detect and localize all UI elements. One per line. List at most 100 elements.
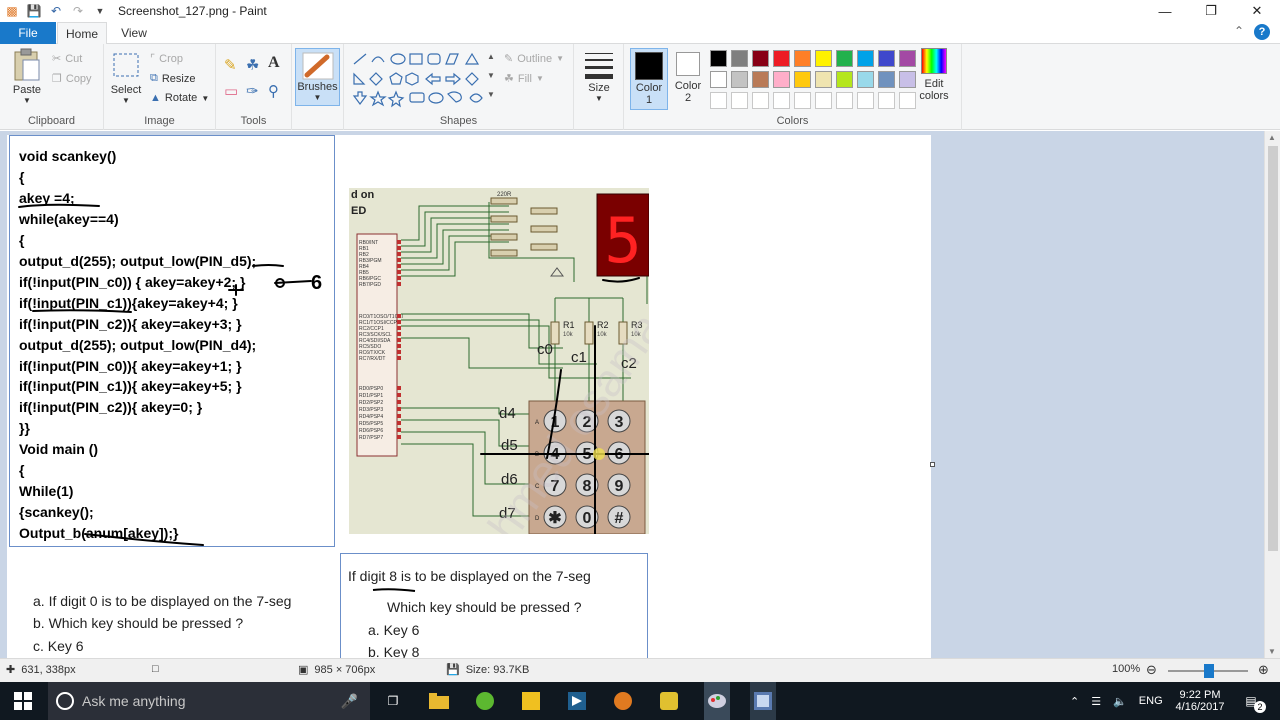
scrollbar-thumb[interactable] [1268,146,1278,551]
close-button[interactable]: ✕ [1234,0,1280,22]
magnifier-icon[interactable]: ⚲ [268,82,279,100]
select-dropdown-icon[interactable]: ▼ [122,96,130,105]
palette-swatch[interactable] [710,71,727,88]
palette-swatch[interactable] [857,50,874,67]
vertical-scrollbar[interactable]: ▲ ▼ [1264,131,1280,658]
crop-button[interactable]: ⌜ Crop [150,52,183,66]
paste-button[interactable]: Paste ▼ [8,48,46,105]
undo-icon[interactable]: ↶ [48,3,64,19]
palette-swatch[interactable] [794,71,811,88]
pencil-icon[interactable]: ✎ [224,56,237,74]
paste-dropdown-icon[interactable]: ▼ [23,96,31,105]
scroll-up-icon[interactable]: ▲ [1268,133,1276,142]
scroll-down-icon[interactable]: ▼ [1268,647,1276,656]
palette-swatch[interactable] [731,71,748,88]
outline-button[interactable]: ✎ Outline ▼ [504,52,564,66]
palette-swatch[interactable] [878,50,895,67]
file-explorer-icon[interactable] [428,691,450,711]
palette-swatch[interactable] [836,71,853,88]
rotate-button[interactable]: ▲ Rotate ▼ [150,92,209,104]
cortana-search-box[interactable]: Ask me anything 🎤 [48,682,370,720]
resize-icon: ⧉ [150,72,158,84]
palette-swatch[interactable] [794,50,811,67]
brushes-button[interactable]: Brushes ▼ [295,48,340,106]
palette-swatch[interactable] [815,50,832,67]
microphone-icon[interactable]: 🎤 [341,693,358,710]
custom-color-slot[interactable] [731,92,748,109]
maximize-button[interactable]: ❐ [1188,0,1234,22]
notes-app-icon[interactable] [520,691,542,711]
palette-swatch[interactable] [773,50,790,67]
fill-bucket-icon[interactable]: ☘ [246,56,259,74]
shapes-scroll-up-icon[interactable]: ▲ [487,52,495,61]
collapse-ribbon-icon[interactable]: ⌃ [1234,24,1244,40]
image-canvas[interactable]: void scankey(){akey =4; while(akey==4){ou… [7,135,931,658]
paint-app-icon[interactable]: ▩ [4,3,20,19]
color1-button[interactable]: Color 1 [630,48,668,110]
color-picker-icon[interactable]: ✑ [246,82,259,100]
save-icon[interactable]: 💾 [26,3,42,19]
paint-taskbar-icon[interactable] [704,682,730,720]
copy-button[interactable]: ❐ Copy [52,72,92,86]
mcu-pin-dot [397,320,401,324]
keypad-key-label: 0 [583,510,592,527]
language-indicator[interactable]: ENG [1139,695,1163,707]
utorrent-icon[interactable] [474,691,496,711]
palette-swatch[interactable] [815,71,832,88]
select-button[interactable]: Select ▼ [108,48,144,105]
volume-icon[interactable]: 🔈 [1113,695,1127,708]
custom-color-slot[interactable] [794,92,811,109]
zoom-in-icon[interactable]: ⊕ [1258,662,1269,678]
wifi-icon[interactable]: ☰ [1091,695,1101,708]
cut-button[interactable]: ✂ Cut [52,52,82,66]
canvas-resize-handle[interactable] [930,462,935,467]
custom-color-slot[interactable] [773,92,790,109]
eraser-icon[interactable]: ▭ [224,82,238,100]
mcu-pin-dot [397,428,401,432]
code-annotations: 6 [18,203,322,546]
palette-swatch[interactable] [752,50,769,67]
mplab-icon[interactable] [566,691,588,711]
task-view-icon[interactable]: ❐ [382,691,404,711]
palette-swatch[interactable] [752,71,769,88]
zoom-slider-thumb[interactable] [1204,664,1214,678]
text-tool-icon[interactable]: A [268,54,280,72]
shapes-gallery[interactable] [350,52,490,108]
palette-swatch[interactable] [878,71,895,88]
custom-color-slot[interactable] [710,92,727,109]
custom-color-slot[interactable] [878,92,895,109]
action-center-icon[interactable]: ▤ 2 [1240,691,1266,713]
custom-color-slot[interactable] [815,92,832,109]
question-right-title: If digit 8 is to be displayed on the 7-s… [348,568,591,584]
color2-button[interactable]: Color 2 [670,48,706,104]
custom-color-slot[interactable] [857,92,874,109]
photos-taskbar-icon[interactable] [750,682,776,720]
clock[interactable]: 9:22 PM 4/16/2017 [1170,682,1230,720]
palette-swatch[interactable] [773,71,790,88]
app-icon-yellow[interactable] [658,691,680,711]
shapes-scroll-down-icon[interactable]: ▼ [487,71,495,80]
palette-swatch[interactable] [857,71,874,88]
tab-view[interactable]: View [112,22,156,44]
start-button[interactable] [12,691,34,711]
custom-color-slot[interactable] [836,92,853,109]
zoom-out-icon[interactable]: ⊖ [1146,662,1157,678]
palette-swatch[interactable] [731,50,748,67]
palette-swatch[interactable] [836,50,853,67]
customize-dropdown-icon[interactable]: ▼ [92,3,108,19]
custom-color-slot[interactable] [752,92,769,109]
palette-swatch[interactable] [710,50,727,67]
proteus-icon[interactable] [612,691,634,711]
redo-icon[interactable]: ↷ [70,3,86,19]
edit-colors-button[interactable]: Edit colors [914,48,954,102]
size-button[interactable]: Size ▼ [582,48,616,103]
help-icon[interactable]: ? [1254,24,1270,40]
tab-home[interactable]: Home [57,22,107,45]
fill-button[interactable]: ☘ Fill ▼ [504,72,544,86]
tray-chevron-icon[interactable]: ⌃ [1070,695,1079,708]
resize-button[interactable]: ⧉ Resize [150,72,195,85]
file-tab[interactable]: File [0,22,56,44]
minimize-button[interactable]: — [1142,0,1188,22]
shapes-expand-icon[interactable]: ▼ [487,90,495,99]
cursor-icon: ✚ [6,664,16,676]
